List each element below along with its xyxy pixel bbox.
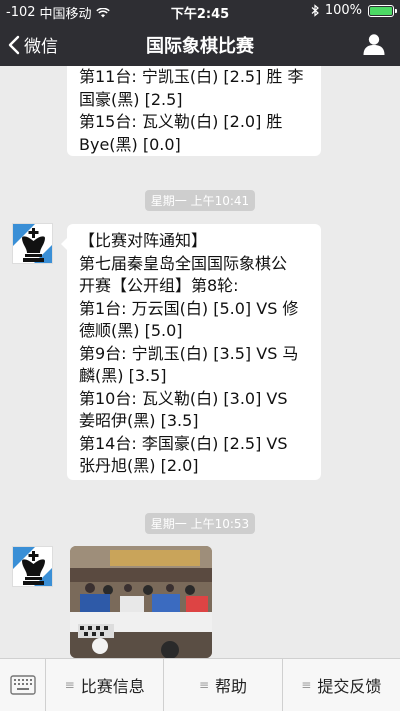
message-line: 第1台: 万云国(白) [5.0] VS 修 <box>79 298 299 318</box>
message-timestamp: 星期一 上午10:53 <box>0 513 400 534</box>
bluetooth-icon <box>311 4 319 17</box>
user-profile-icon[interactable] <box>362 32 386 56</box>
chess-king-icon <box>13 224 52 263</box>
message-bubble[interactable]: 【比赛对阵通知】 第七届秦皇岛全国国际象棋公 开赛【公开组】第8轮: 第1台: … <box>61 224 321 480</box>
message-line: 【比赛对阵通知】 <box>79 231 208 250</box>
menu-lines-icon: ≡ <box>301 678 312 692</box>
message-line: 第15台: 瓦义勒(白) [2.0] 胜 <box>79 112 283 131</box>
message-line: 开赛【公开组】第8轮: <box>79 276 239 295</box>
chess-tournament-photo <box>70 546 212 658</box>
bottom-menu-bar: ≡ 比赛信息 ≡ 帮助 ≡ 提交反馈 <box>0 658 400 711</box>
message-line: 第14台: 李国豪(白) [2.5] VS <box>79 433 288 453</box>
keyboard-toggle-button[interactable] <box>0 659 46 711</box>
chess-king-icon <box>13 547 52 586</box>
message-line: 第9台: 宁凯玉(白) [3.5] VS 马 <box>79 343 299 363</box>
message-line: 德顺(黑) [5.0] <box>79 321 183 340</box>
battery-icon <box>368 4 397 17</box>
menu-item-help[interactable]: ≡ 帮助 <box>164 659 283 711</box>
message-line: 姜昭伊(黑) [3.5] <box>79 411 199 430</box>
navigation-bar: 微信 国际象棋比赛 <box>0 22 400 66</box>
message-line: 第11台: 宁凯玉(白) [2.5] 胜 李 <box>79 67 304 86</box>
menu-lines-icon: ≡ <box>198 678 210 692</box>
status-bar: -102 中国移动 下午2:45 100% <box>0 0 400 22</box>
battery-percent: 100% <box>324 3 362 18</box>
message-line: 第七届秦皇岛全国国际象棋公 <box>79 253 288 273</box>
menu-item-label: 提交反馈 <box>317 677 382 696</box>
avatar[interactable] <box>12 546 53 587</box>
message-line: 麟(黑) [3.5] <box>79 366 167 385</box>
photo-message[interactable] <box>70 546 212 658</box>
menu-lines-icon: ≡ <box>64 678 75 692</box>
message-line: 国豪(黑) [2.5] <box>79 89 183 109</box>
chat-area[interactable]: 第11台: 宁凯玉(白) [2.5] 胜 李 国豪(黑) [2.5] 第15台:… <box>0 66 400 658</box>
message-line: 第10台: 瓦义勒(白) [3.0] VS <box>79 388 288 408</box>
keyboard-icon <box>9 675 36 695</box>
message-line: Bye(黑) [0.0] <box>79 134 181 154</box>
top-bar: -102 中国移动 下午2:45 100% 微信 国际象棋比赛 <box>0 0 400 66</box>
message-bubble[interactable]: 第11台: 宁凯玉(白) [2.5] 胜 李 国豪(黑) [2.5] 第15台:… <box>67 66 321 156</box>
menu-item-match-info[interactable]: ≡ 比赛信息 <box>46 659 165 711</box>
avatar[interactable] <box>12 223 53 264</box>
menu-item-feedback[interactable]: ≡ 提交反馈 <box>283 659 400 711</box>
menu-item-label: 比赛信息 <box>80 677 145 696</box>
page-title: 国际象棋比赛 <box>146 36 254 57</box>
message-timestamp: 星期一 上午10:41 <box>0 190 400 211</box>
menu-item-label: 帮助 <box>215 677 248 696</box>
message-line: 张丹旭(黑) [2.0] <box>79 456 199 475</box>
